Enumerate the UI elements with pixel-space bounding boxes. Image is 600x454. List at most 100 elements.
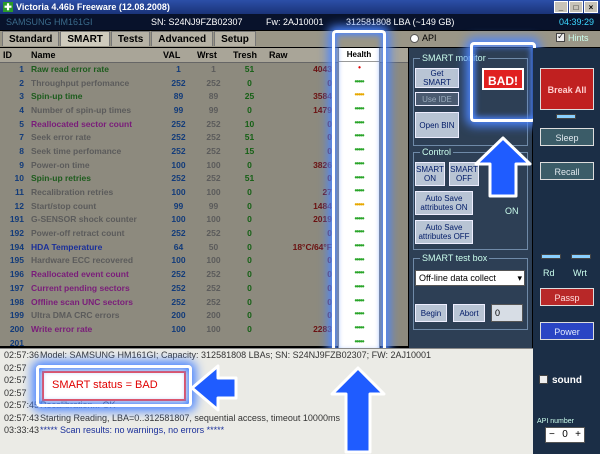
- begin-button[interactable]: Begin: [415, 304, 447, 322]
- auto-save-on-button[interactable]: Auto Save attributes ON: [415, 191, 473, 215]
- minus-icon[interactable]: −: [549, 428, 555, 442]
- api-number-value: 0: [562, 429, 568, 440]
- attr-worst: 100: [206, 159, 221, 170]
- attr-raw: 18°C/64°F: [292, 241, 332, 252]
- attr-name: Seek time perfomance: [31, 145, 122, 156]
- attr-val: 252: [171, 282, 186, 293]
- attr-threshold: 15: [244, 145, 255, 156]
- log-line: 03:33:43***** Scan results: no warnings,…: [0, 424, 533, 437]
- passp-button[interactable]: Passp: [540, 288, 594, 306]
- tab-advanced[interactable]: Advanced: [151, 31, 214, 46]
- attr-name: Seek error rate: [31, 132, 92, 143]
- api-number-label: API number: [537, 418, 574, 425]
- attr-val: 100: [171, 214, 186, 225]
- log-text: Starting Reading, LBA=0..312581807, sequ…: [40, 412, 340, 423]
- attr-threshold: 0: [247, 214, 252, 225]
- hints-toggle[interactable]: Hints: [556, 31, 589, 43]
- smart-on-button[interactable]: SMART ON: [415, 162, 445, 186]
- attr-raw: 27: [322, 187, 332, 198]
- attr-id: 11: [15, 187, 24, 198]
- abort-button[interactable]: Abort: [453, 304, 485, 322]
- rd-led: [541, 254, 561, 259]
- attr-threshold: 51: [244, 64, 255, 75]
- col-wrst[interactable]: Wrst: [194, 48, 230, 63]
- attr-id: 2: [19, 77, 24, 88]
- attr-raw: 0: [327, 255, 332, 266]
- use-ide-button[interactable]: Use IDE: [415, 92, 459, 106]
- attr-raw: 2019: [313, 214, 332, 225]
- attr-val: 99: [173, 200, 184, 211]
- log-time: 02:57: [4, 362, 27, 373]
- smart-status-badge: BAD!: [482, 68, 524, 90]
- maximize-button[interactable]: □: [569, 1, 583, 13]
- drive-capacity: 312581808 LBA (~149 GB): [346, 17, 455, 27]
- attr-id: 12: [14, 200, 24, 211]
- col-val[interactable]: VAL: [160, 48, 194, 63]
- attr-raw: 0: [327, 77, 332, 88]
- hints-checkbox[interactable]: [556, 31, 565, 42]
- window-title: Victoria 4.46b Freeware (12.08.2008): [16, 2, 170, 12]
- attr-raw: 0: [327, 269, 332, 280]
- attr-name: HDA Temperature: [31, 241, 103, 252]
- title-bar: ✚ Victoria 4.46b Freeware (12.08.2008) _…: [0, 0, 600, 14]
- drive-firmware: Fw: 2AJ10001: [266, 17, 324, 27]
- attr-raw: 2283: [313, 323, 332, 334]
- health-highlight-frame: [332, 30, 386, 356]
- attr-val: 89: [173, 91, 184, 102]
- sound-label: sound: [552, 375, 582, 386]
- attr-id: 200: [9, 323, 24, 334]
- log-time: 02:57: [4, 375, 27, 385]
- attr-id: 197: [9, 282, 24, 293]
- attr-worst: 100: [206, 323, 221, 334]
- drive-model: SAMSUNG HM161GI: [6, 17, 93, 27]
- smart-off-button[interactable]: SMART OFF: [449, 162, 479, 186]
- attr-name: Spin-up time: [31, 91, 83, 102]
- auto-save-off-button[interactable]: Auto Save attributes OFF: [415, 220, 473, 244]
- tab-standard[interactable]: Standard: [2, 31, 60, 46]
- break-all-button[interactable]: Break All: [540, 68, 594, 110]
- attr-id: 194: [9, 241, 24, 252]
- attr-raw: 0: [327, 282, 332, 293]
- test-number-input[interactable]: 0: [491, 304, 523, 322]
- attr-name: Hardware ECC recovered: [31, 255, 134, 266]
- get-smart-button[interactable]: Get SMART: [415, 68, 459, 88]
- test-type-select[interactable]: Off-line data collect ▾: [415, 270, 525, 286]
- tab-smart[interactable]: SMART: [60, 31, 110, 46]
- on-label: ON: [505, 206, 519, 216]
- attr-worst: 100: [206, 255, 221, 266]
- api-radio[interactable]: [410, 34, 419, 43]
- attr-id: 5: [19, 118, 24, 129]
- minimize-button[interactable]: _: [554, 1, 568, 13]
- attr-name: Start/stop count: [31, 200, 97, 211]
- tab-setup[interactable]: Setup: [214, 31, 256, 46]
- open-bin-button[interactable]: Open BIN: [415, 112, 459, 138]
- sleep-button[interactable]: Sleep: [540, 128, 594, 146]
- attr-threshold: 0: [247, 228, 252, 239]
- api-number-stepper[interactable]: − 0 +: [545, 427, 585, 443]
- col-id[interactable]: ID: [0, 48, 28, 63]
- sound-toggle[interactable]: sound: [539, 375, 582, 386]
- power-button[interactable]: Power: [540, 322, 594, 340]
- tab-tests[interactable]: Tests: [110, 31, 151, 46]
- attr-raw: 4043: [313, 64, 332, 75]
- attr-name: Raw read error rate: [31, 64, 109, 75]
- col-raw[interactable]: Raw: [266, 48, 338, 63]
- sound-checkbox[interactable]: [539, 375, 548, 384]
- attr-name: G-SENSOR shock counter: [31, 214, 137, 225]
- clock: 04:39:29: [558, 17, 594, 27]
- attr-raw: 0: [327, 145, 332, 156]
- far-right-panel: Break All Sleep Recall Rd Wrt Passp Powe…: [533, 48, 600, 454]
- attr-threshold: 51: [244, 132, 255, 143]
- recall-button[interactable]: Recall: [540, 162, 594, 180]
- attr-val: 100: [171, 159, 186, 170]
- rd-label: Rd: [543, 268, 555, 278]
- api-toggle[interactable]: API: [410, 32, 437, 44]
- attr-worst: 1: [211, 64, 216, 75]
- plus-icon[interactable]: +: [575, 428, 581, 442]
- col-tresh[interactable]: Tresh: [230, 48, 266, 63]
- close-button[interactable]: ×: [584, 1, 598, 13]
- attr-worst: 50: [208, 241, 219, 252]
- log-time: 02:57:45: [4, 400, 40, 410]
- col-name[interactable]: Name: [28, 48, 160, 63]
- attr-worst: 200: [206, 310, 221, 321]
